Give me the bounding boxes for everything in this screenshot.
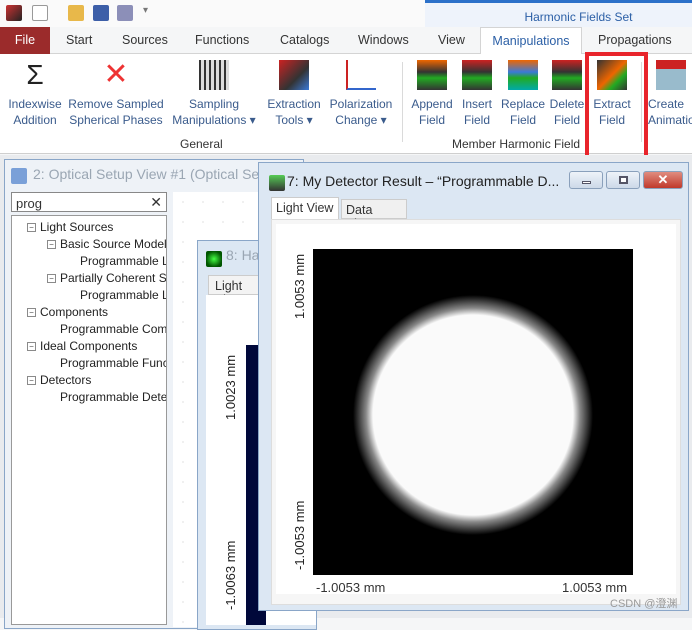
clear-search-icon[interactable]: ✕ [150, 194, 162, 211]
tab-data-view[interactable]: Data View [341, 199, 407, 231]
window-title: 7: My Detector Result – “Programmable D.… [287, 173, 560, 189]
tab-functions[interactable]: Functions [189, 27, 255, 54]
extraction-tools-button[interactable]: Extraction Tools ▾ [264, 60, 324, 128]
group-separator [402, 62, 403, 142]
tree-item[interactable]: −Partially Coherent Sources [47, 271, 166, 285]
optical-setup-icon [11, 168, 27, 184]
search-input[interactable]: prog ✕ [11, 192, 167, 212]
sampling-manipulations-button[interactable]: Sampling Manipulations ▾ [166, 60, 262, 128]
catalog-tree: − Light Sources − Basic Source Models Prog… [11, 215, 167, 625]
light-view-panel: 1.0053 mm -1.0053 mm -1.0053 mm 1.0053 m… [271, 219, 681, 605]
remove-sampled-spherical-phases-button[interactable]: ✕ Remove Sampled Spherical Phases [68, 60, 164, 128]
x-right-label: 1.0053 mm [562, 580, 628, 595]
tab-light-view[interactable]: Light View [271, 197, 339, 219]
contextual-tab-header: Harmonic Fields Set [425, 0, 692, 27]
tab-catalogs[interactable]: Catalogs [274, 27, 335, 54]
tab-view[interactable]: View [432, 27, 471, 54]
window-title: 2: Optical Setup View #1 (Optical Setup) [33, 166, 284, 182]
tab-sources[interactable]: Sources [116, 27, 174, 54]
replace-field-icon [508, 60, 538, 90]
insert-field-icon [462, 60, 492, 90]
group-label-general: General [180, 137, 223, 151]
open-folder-icon[interactable] [68, 5, 84, 21]
y-bottom-label: -1.0063 mm [223, 540, 238, 610]
insert-field-button[interactable]: Insert Field [456, 60, 498, 128]
tree-item[interactable]: Programmable Component [60, 322, 166, 336]
tree-item[interactable]: − Light Sources [27, 220, 113, 234]
tab-file[interactable]: File [0, 27, 50, 54]
replace-field-button[interactable]: Replace Field [498, 60, 548, 128]
tree-item[interactable]: Programmable Detector [60, 390, 166, 404]
watermark: CSDN @澄渊 [610, 598, 678, 610]
new-file-icon[interactable] [32, 5, 48, 21]
tree-item[interactable]: − Components [27, 305, 108, 319]
grid-pencil-icon [199, 60, 229, 90]
quick-access-toolbar: ▾ [0, 0, 425, 27]
minimize-button[interactable] [569, 171, 603, 189]
mdi-workspace: 2: Optical Setup View #1 (Optical Setup)… [0, 155, 692, 630]
tree-item[interactable]: Programmable Function [60, 356, 166, 370]
tree-item[interactable]: − Detectors [27, 373, 91, 387]
tree-item[interactable]: − Ideal Components [27, 339, 137, 353]
delete-field-button[interactable]: Delete Field [548, 60, 586, 128]
tree-item[interactable]: Programmable Light Source [80, 288, 166, 302]
tree-item[interactable]: Programmable Light Source [80, 254, 166, 268]
group-label-member-harmonic-field: Member Harmonic Field [452, 137, 581, 151]
tab-start[interactable]: Start [60, 27, 98, 54]
remove-phase-icon: ✕ [103, 58, 129, 91]
print-icon[interactable] [117, 5, 133, 21]
app-logo-icon[interactable] [6, 5, 22, 21]
polarization-change-button[interactable]: Polarization Change ▾ [326, 60, 396, 128]
create-animation-button[interactable]: CreateAnimation [648, 60, 692, 128]
x-left-label: -1.0053 mm [316, 580, 386, 595]
detector-icon [269, 175, 285, 191]
y-top-label: 1.0023 mm [223, 354, 238, 420]
detector-intensity-image [313, 249, 633, 575]
tab-manipulations[interactable]: Manipulations [480, 27, 582, 55]
close-button[interactable]: ✕ [643, 171, 683, 189]
field-icon [206, 251, 222, 267]
y-bottom-label: -1.0053 mm [292, 500, 307, 570]
detector-result-window[interactable]: 7: My Detector Result – “Programmable D.… [258, 162, 689, 611]
y-top-label: 1.0053 mm [292, 253, 307, 319]
save-icon[interactable] [93, 5, 109, 21]
extraction-icon [279, 60, 309, 90]
window-title: 8: Ha [226, 247, 260, 263]
indexwise-addition-button[interactable]: Σ Indexwise Addition [4, 60, 66, 128]
plot-area: 1.0053 mm -1.0053 mm -1.0053 mm 1.0053 m… [276, 224, 676, 595]
append-field-icon [417, 60, 447, 90]
animation-icon [656, 60, 686, 90]
sigma-icon: Σ [26, 59, 44, 90]
append-field-button[interactable]: Append Field [408, 60, 456, 128]
maximize-button[interactable] [606, 171, 640, 189]
highlight-box [585, 52, 648, 164]
customize-icon[interactable]: ▾ [143, 5, 153, 21]
tab-propagations[interactable]: Propagations [592, 27, 678, 54]
delete-field-icon [552, 60, 582, 90]
tree-item[interactable]: − Basic Source Models [47, 237, 166, 251]
ribbon-tabs: File Start Sources Functions Catalogs Wi… [0, 27, 692, 55]
tab-windows[interactable]: Windows [352, 27, 415, 54]
polarization-icon [346, 60, 376, 90]
